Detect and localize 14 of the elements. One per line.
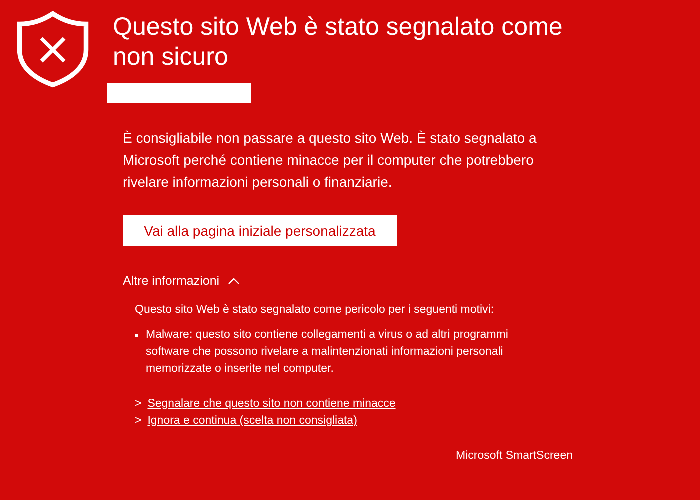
footer-brand: Microsoft SmartScreen <box>456 449 573 464</box>
bullet-icon <box>135 334 138 337</box>
action-link[interactable]: Segnalare che questo sito non contiene minacce <box>148 396 396 413</box>
chevron-icon <box>228 277 240 285</box>
link-marker: > <box>135 397 142 412</box>
reason-text: Malware: questo sito contiene collegamenti a virus o ad altri programmi software che possono rivelare a malintenzionati informazioni personali memorizzate o inserite nel computer. <box>146 328 510 377</box>
more-info-toggle[interactable]: Altre informazioni <box>123 274 240 288</box>
action-link[interactable]: Ignora e continua (scelta non consigliata) <box>148 413 358 430</box>
shield-error-icon <box>15 10 91 88</box>
reasons-intro: Questo sito Web è stato segnalato come pericolo per i seguenti motivi: <box>135 303 496 318</box>
home-page-button[interactable]: Vai alla pagina iniziale personalizzata <box>123 215 397 246</box>
warning-message: È consigliabile non passare a questo sito Web. È stato segnalato a Microsoft perché contiene minacce per il computer che potrebbero rivelare informazioni personali o finanziarie. <box>123 129 538 192</box>
link-marker: > <box>135 414 142 429</box>
page-title: Questo sito Web è stato segnalato come non sicuro <box>113 12 564 72</box>
